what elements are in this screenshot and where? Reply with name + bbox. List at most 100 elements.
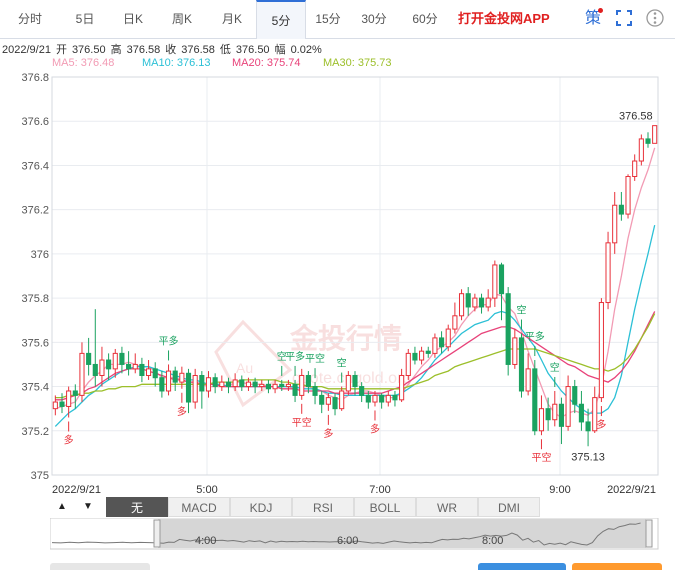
- candle: [285, 383, 291, 388]
- y-tick-label: 375: [31, 470, 49, 482]
- candle: [439, 337, 445, 348]
- bottom-panel-button-2[interactable]: [572, 563, 662, 570]
- candle: [145, 368, 152, 377]
- candle: [372, 394, 378, 403]
- candle: [578, 403, 584, 423]
- y-tick-label: 376.6: [21, 116, 49, 128]
- candle: [638, 138, 644, 162]
- candle: [185, 372, 192, 403]
- indicator-bar: ▲ ▼ 无 MACD KDJ RSI BOLL WR DMI: [50, 497, 654, 518]
- indicator-none[interactable]: 无: [106, 497, 168, 517]
- more-icon[interactable]: [646, 9, 664, 27]
- tab-15min[interactable]: 15分: [305, 0, 351, 38]
- candle: [645, 138, 651, 144]
- candle: [632, 160, 638, 178]
- tab-daily-k[interactable]: 日K: [110, 0, 156, 38]
- indicator-macd[interactable]: MACD: [168, 497, 230, 517]
- open-app-link[interactable]: 打开金投网APP: [458, 0, 550, 38]
- candle: [558, 403, 565, 427]
- signal-marker: 平空: [292, 416, 312, 429]
- candle: [319, 394, 325, 405]
- y-tick-label: 375.4: [21, 382, 49, 394]
- indicator-boll[interactable]: BOLL: [354, 497, 416, 517]
- candle: [312, 386, 318, 396]
- candle: [352, 375, 358, 388]
- y-tick-label: 376.2: [21, 205, 49, 217]
- candle: [119, 352, 125, 365]
- candle: [385, 394, 391, 403]
- y-tick-label: 376.8: [21, 72, 49, 84]
- scroll-left-button[interactable]: ▲: [50, 497, 74, 517]
- min-price-label: 375.13: [571, 451, 605, 463]
- candle: [412, 352, 418, 361]
- signal-marker: 多: [177, 405, 187, 418]
- candle: [345, 375, 351, 392]
- tab-60min[interactable]: 60分: [397, 0, 453, 38]
- y-tick-label: 376.4: [21, 160, 49, 172]
- indicator-wr[interactable]: WR: [416, 497, 478, 517]
- max-price-label: 376.58: [619, 111, 653, 123]
- candle: [572, 386, 578, 405]
- candlestick-chart[interactable]: Au 金投行情 quote.cngold.org 376.8376.6376.4…: [0, 70, 675, 498]
- navigator-selection[interactable]: [158, 519, 646, 548]
- candle: [379, 394, 385, 403]
- candle: [199, 375, 205, 392]
- close-value: 376.58: [181, 44, 215, 56]
- fullscreen-icon[interactable]: [616, 10, 632, 26]
- x-tick-label: 7:00: [369, 484, 390, 496]
- range-navigator[interactable]: 4:00 6:00 8:00: [50, 518, 660, 550]
- candle: [79, 352, 85, 396]
- navigator-right-handle[interactable]: [645, 519, 653, 548]
- bottom-panel-button[interactable]: [478, 563, 566, 570]
- tab-weekly-k[interactable]: 周K: [156, 0, 208, 38]
- tab-monthly-k[interactable]: 月K: [208, 0, 256, 38]
- signal-marker: 空: [550, 361, 560, 374]
- navigator-left-handle[interactable]: [153, 519, 161, 548]
- candle: [618, 204, 624, 215]
- open-value: 376.50: [71, 44, 106, 56]
- scroll-right-button[interactable]: ▼: [76, 497, 100, 517]
- indicator-kdj[interactable]: KDJ: [230, 497, 292, 517]
- tab-intraday[interactable]: 分时: [0, 0, 60, 38]
- indicator-rsi[interactable]: RSI: [292, 497, 354, 517]
- candle: [165, 370, 172, 392]
- strategy-button[interactable]: 策: [585, 0, 601, 38]
- high-value: 376.58: [126, 44, 161, 56]
- signal-marker: 平空: [305, 352, 325, 365]
- candle: [458, 293, 465, 317]
- y-tick-label: 375.6: [21, 337, 49, 349]
- candle: [232, 379, 238, 388]
- candle: [405, 352, 411, 376]
- x-tick-label: 9:00: [549, 484, 570, 496]
- candle: [205, 377, 212, 392]
- info-date: 2022/9/21: [2, 44, 51, 56]
- candle: [92, 363, 98, 377]
- ma5-legend: MA5: 376.48: [52, 57, 115, 69]
- candle: [219, 381, 225, 388]
- y-tick-label: 375.2: [21, 426, 49, 438]
- tab-30min[interactable]: 30分: [351, 0, 397, 38]
- amplitude-label: 幅: [274, 44, 286, 56]
- candle: [538, 408, 545, 432]
- candle: [332, 397, 338, 410]
- signal-marker: 空: [337, 357, 347, 370]
- low-value: 376.50: [235, 44, 270, 56]
- candle: [392, 394, 398, 401]
- candle: [652, 125, 658, 144]
- candle: [485, 297, 491, 308]
- candle: [585, 421, 591, 432]
- navigator-label-2: 8:00: [482, 535, 503, 547]
- candle: [72, 390, 78, 396]
- ma20-legend: MA20: 375.74: [232, 57, 301, 69]
- signal-marker: 平空: [531, 451, 551, 464]
- signal-marker: 平多: [159, 334, 179, 347]
- signal-marker: 空: [516, 303, 526, 316]
- candle: [212, 377, 218, 388]
- x-tick-label: 2022/9/21: [607, 484, 656, 496]
- candle: [239, 379, 245, 388]
- candle: [245, 381, 252, 388]
- candle: [112, 352, 118, 370]
- tab-5day[interactable]: 5日: [60, 0, 110, 38]
- indicator-dmi[interactable]: DMI: [478, 497, 540, 517]
- tab-5min[interactable]: 5分: [256, 0, 306, 39]
